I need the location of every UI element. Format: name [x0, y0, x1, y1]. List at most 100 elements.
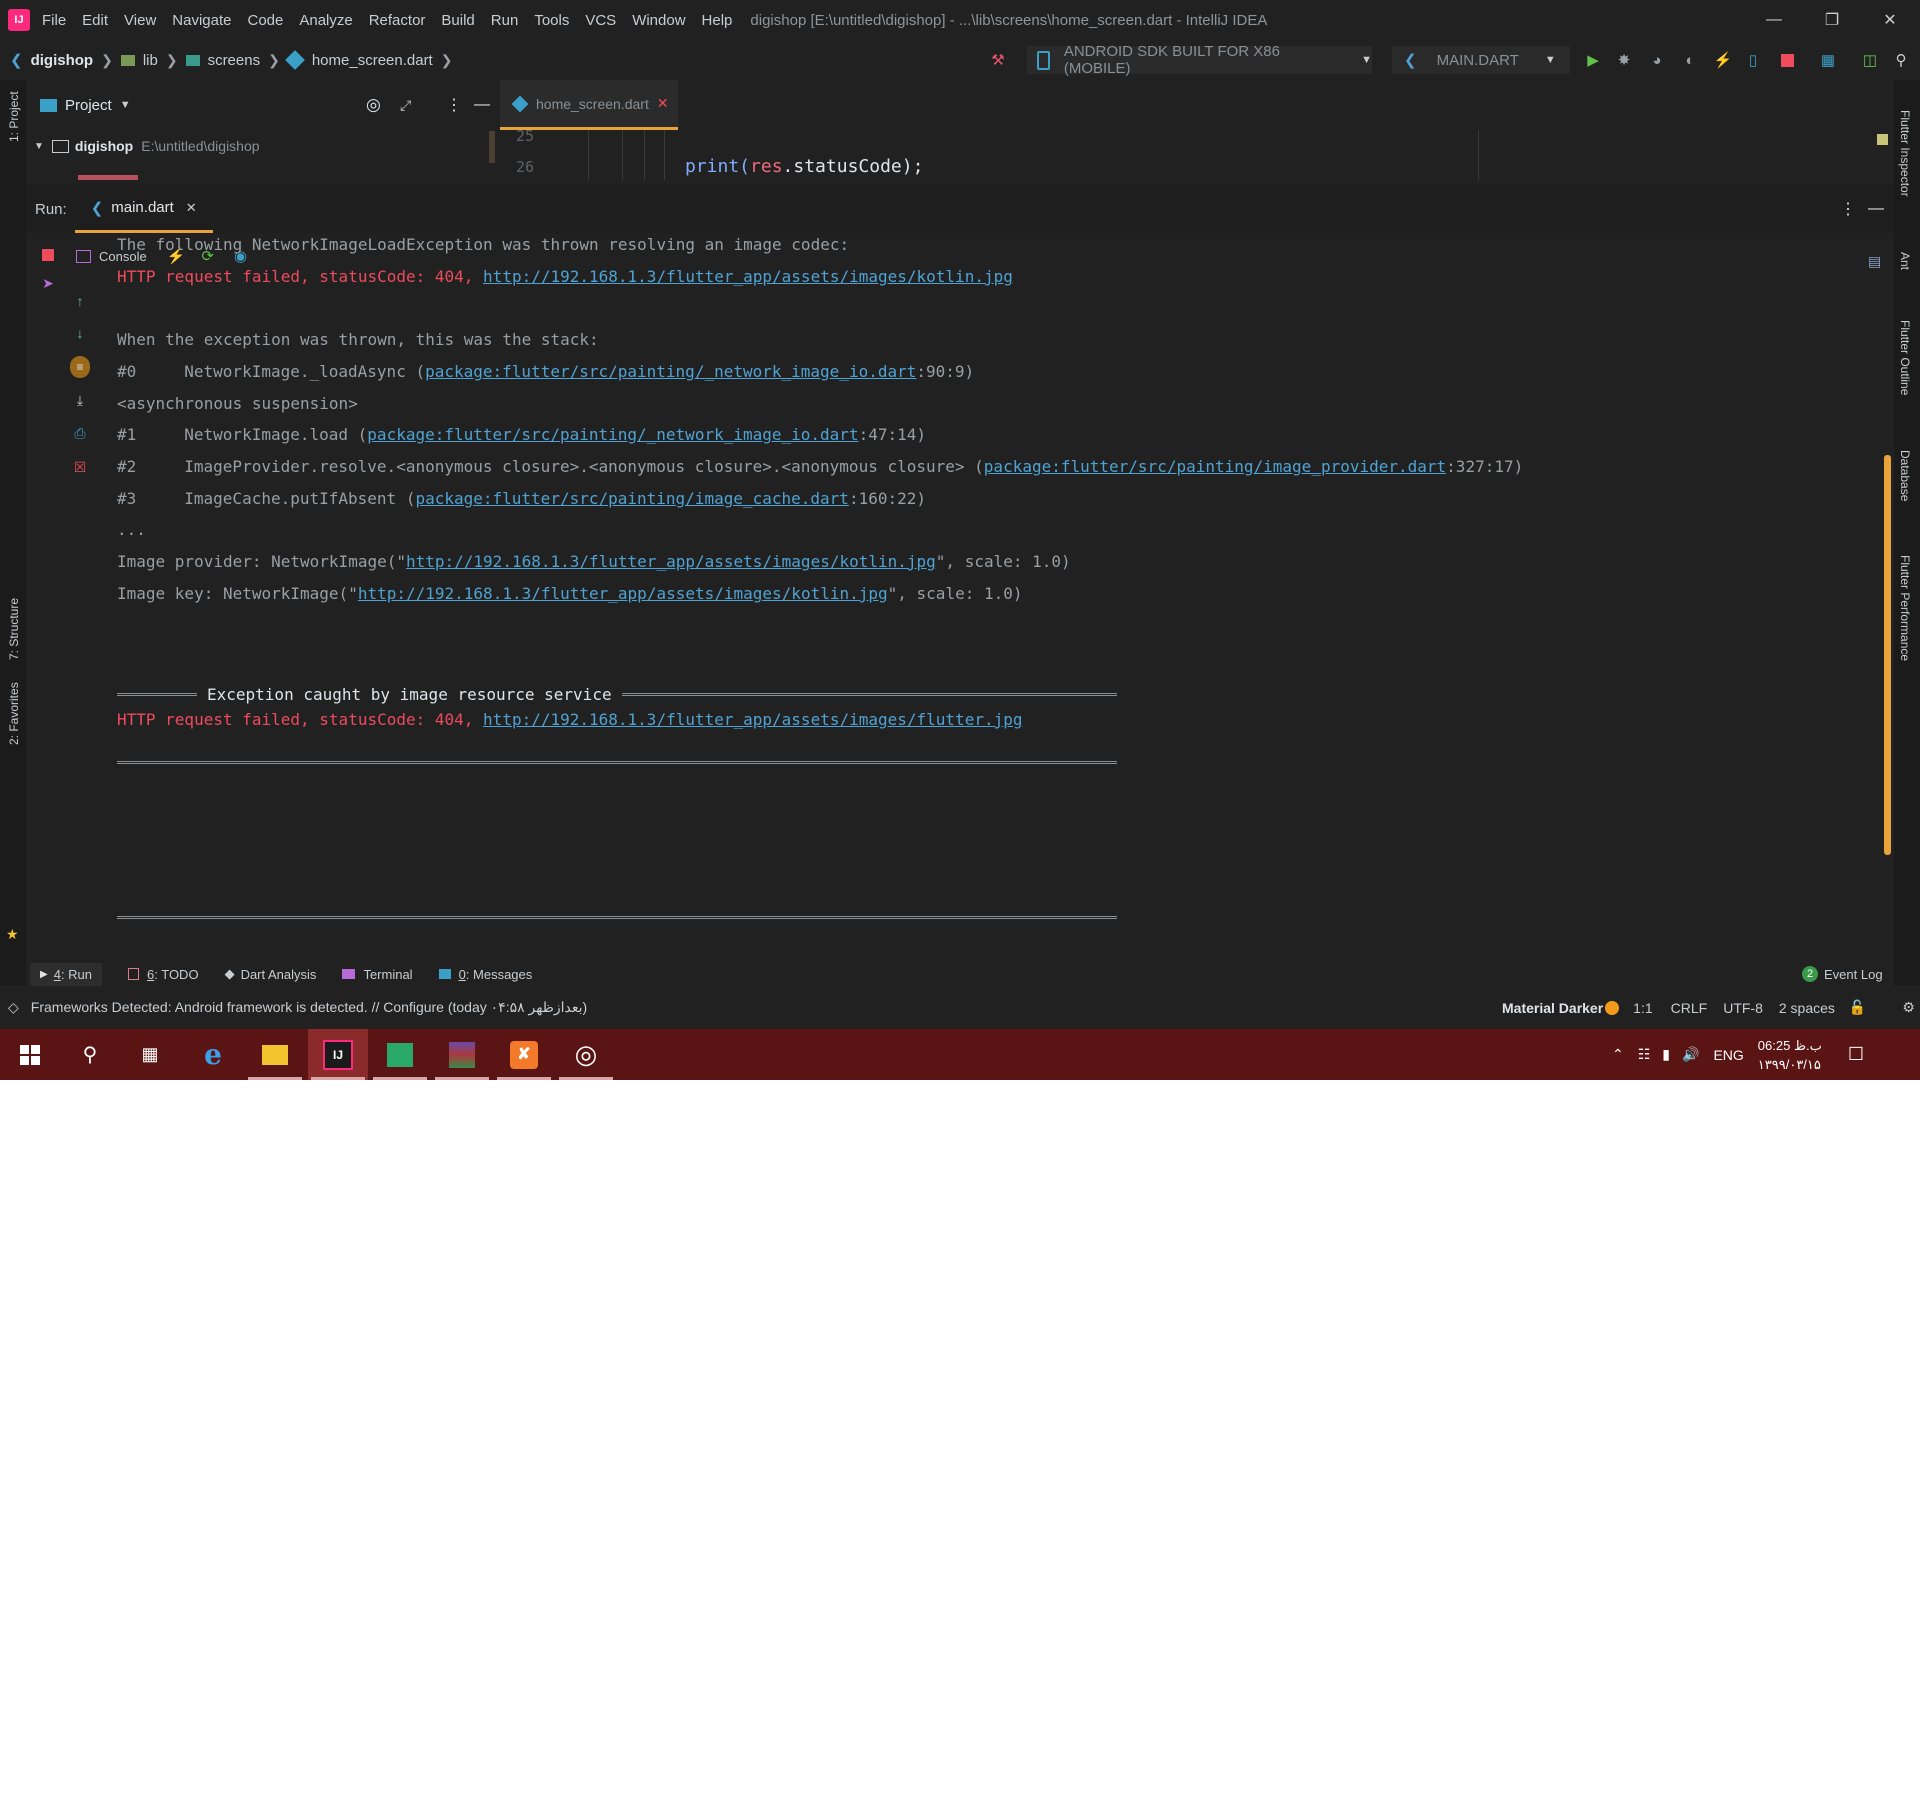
status-message[interactable]: Frameworks Detected: Android framework i… — [31, 999, 587, 1016]
file-encoding[interactable]: UTF-8 — [1723, 1000, 1763, 1016]
event-log-button[interactable]: 2 Event Log — [1802, 966, 1883, 982]
tool-tab-messages[interactable]: 0: Messages — [438, 967, 532, 982]
breadcrumb-screens[interactable]: screens — [208, 52, 261, 69]
close-tab-icon[interactable]: ✕ — [657, 95, 669, 112]
tool-window-structure[interactable]: 7: Structure — [7, 598, 21, 660]
menu-help[interactable]: Help — [702, 12, 733, 29]
more-options-icon[interactable]: ⋮ — [1840, 199, 1856, 219]
editor-tab-home-screen[interactable]: home_screen.dart ✕ — [500, 80, 678, 130]
media-player-icon[interactable]: ◎ — [556, 1029, 616, 1080]
volume-icon[interactable]: 🔊 — [1682, 1046, 1699, 1063]
pin-tab-icon[interactable]: ➤ — [38, 273, 58, 293]
locate-icon[interactable]: ◎ — [366, 95, 381, 115]
input-language[interactable]: ENG — [1713, 1047, 1743, 1063]
menu-vcs[interactable]: VCS — [585, 12, 616, 29]
menu-analyze[interactable]: Analyze — [299, 12, 352, 29]
profile-icon[interactable]: ◐ — [1680, 50, 1700, 70]
menu-code[interactable]: Code — [247, 12, 283, 29]
xampp-icon[interactable]: ✘ — [494, 1029, 554, 1080]
search-icon[interactable]: ⚲ — [60, 1029, 120, 1080]
menu-window[interactable]: Window — [632, 12, 685, 29]
tool-tab-todo[interactable]: 6: TODO — [128, 967, 199, 982]
chevron-down-icon[interactable]: ▼ — [120, 99, 131, 111]
run-tab-main[interactable]: ❮ main.dart ✕ — [74, 185, 213, 233]
source-link[interactable]: package:flutter/src/painting/_network_im… — [425, 362, 916, 381]
panel-divider[interactable] — [489, 131, 495, 163]
caret-position[interactable]: 1:1 — [1633, 1000, 1652, 1016]
tool-window-ant[interactable]: Ant — [1898, 252, 1912, 270]
arrow-down-icon[interactable]: ↓ — [70, 323, 90, 343]
line-separator[interactable]: CRLF — [1671, 1000, 1708, 1016]
tool-tab-dart-analysis[interactable]: ◆ Dart Analysis — [225, 966, 317, 982]
url-link[interactable]: http://192.168.1.3/flutter_app/assets/im… — [483, 267, 1013, 286]
tool-window-flutter-outline[interactable]: Flutter Outline — [1898, 320, 1912, 395]
minimize-button[interactable]: — — [1745, 0, 1803, 40]
scroll-to-end-icon[interactable]: ⤓ — [70, 390, 90, 410]
menu-edit[interactable]: Edit — [82, 12, 108, 29]
task-view-icon[interactable]: ▦ — [120, 1029, 180, 1080]
arrow-up-icon[interactable]: ↑ — [70, 291, 90, 311]
hide-panel-icon[interactable]: — — [1868, 200, 1884, 218]
tool-window-favorites[interactable]: 2: Favorites — [7, 682, 21, 745]
intellij-taskbar-icon[interactable]: IJ — [308, 1029, 368, 1080]
file-explorer-icon[interactable] — [245, 1029, 305, 1080]
menu-build[interactable]: Build — [441, 12, 474, 29]
source-link[interactable]: package:flutter/src/painting/_network_im… — [367, 425, 858, 444]
clear-all-icon[interactable]: ☒ — [70, 457, 90, 477]
lock-icon[interactable]: 🔓 — [1849, 999, 1866, 1016]
windows-start-icon[interactable] — [0, 1029, 60, 1080]
layout-icon[interactable]: ▤ — [1868, 253, 1881, 270]
tool-window-database[interactable]: Database — [1898, 450, 1912, 501]
device-selector[interactable]: ANDROID SDK BUILT FOR X86 (MOBILE) ▼ — [1027, 43, 1372, 77]
winrar-icon[interactable] — [432, 1029, 492, 1080]
menu-run[interactable]: Run — [491, 12, 519, 29]
android-studio-icon[interactable] — [370, 1029, 430, 1080]
status-toggle-icon[interactable]: ◇ — [8, 999, 19, 1016]
more-options-icon[interactable]: ⋮ — [446, 95, 462, 115]
collapse-all-icon[interactable]: ⤢ — [400, 97, 411, 114]
show-hidden-icons[interactable]: ⌃ — [1612, 1046, 1624, 1063]
project-view-selector[interactable]: Project — [65, 97, 112, 114]
source-link[interactable]: package:flutter/src/painting/image_cache… — [415, 489, 848, 508]
clock[interactable]: 06:25 ب.ظ ۱۳۹۹/۰۳/۱۵ — [1758, 1036, 1822, 1074]
chevron-down-icon[interactable]: ▼ — [34, 141, 44, 152]
tool-window-flutter-inspector[interactable]: Flutter Inspector — [1898, 110, 1912, 197]
print-icon[interactable]: ⎙ — [70, 423, 90, 443]
project-structure-icon[interactable]: ▦ — [1818, 50, 1838, 70]
hide-panel-icon[interactable]: — — [474, 96, 490, 114]
hot-reload-icon[interactable]: ⚡ — [1713, 50, 1733, 70]
terminal-icon[interactable]: ◫ — [1860, 50, 1880, 70]
url-link[interactable]: http://192.168.1.3/flutter_app/assets/im… — [358, 584, 888, 603]
indent-setting[interactable]: 2 spaces — [1779, 1000, 1835, 1016]
restore-button[interactable]: ❐ — [1803, 0, 1861, 40]
run-icon[interactable]: ▶ — [1583, 50, 1603, 70]
url-link[interactable]: http://192.168.1.3/flutter_app/assets/im… — [406, 552, 936, 571]
tool-window-project[interactable]: 1: Project — [7, 91, 21, 142]
breadcrumb-lib[interactable]: lib — [143, 52, 158, 69]
code-editor[interactable]: 25 26 print(res.statusCode); — [500, 130, 1890, 180]
theme-indicator[interactable]: Material Darker — [1502, 1000, 1603, 1016]
menu-tools[interactable]: Tools — [534, 12, 569, 29]
stop-icon[interactable] — [1777, 50, 1797, 70]
breadcrumb-home-screen[interactable]: home_screen.dart — [312, 52, 433, 69]
tree-item-root[interactable]: ▼ digishop E:\untitled\digishop — [34, 138, 260, 154]
menu-view[interactable]: View — [124, 12, 156, 29]
wifi-icon[interactable]: ☷ — [1638, 1046, 1651, 1063]
coverage-icon[interactable]: ◕ — [1647, 50, 1667, 70]
tool-window-flutter-performance[interactable]: Flutter Performance — [1898, 555, 1912, 661]
close-window-button[interactable]: ✕ — [1861, 0, 1919, 40]
menu-navigate[interactable]: Navigate — [172, 12, 231, 29]
internet-explorer-icon[interactable]: e — [183, 1029, 243, 1080]
source-link[interactable]: package:flutter/src/painting/image_provi… — [984, 457, 1446, 476]
debug-icon[interactable]: ✸ — [1614, 50, 1634, 70]
breadcrumb-digishop[interactable]: digishop — [31, 52, 94, 69]
menu-refactor[interactable]: Refactor — [369, 12, 426, 29]
notification-icon[interactable]: ☐ — [1848, 1044, 1864, 1065]
menu-file[interactable]: File — [42, 12, 66, 29]
url-link[interactable]: http://192.168.1.3/flutter_app/assets/im… — [483, 710, 1022, 729]
tool-tab-terminal[interactable]: Terminal — [342, 967, 413, 982]
tool-tab-run[interactable]: ▶ 4: Run — [30, 962, 103, 986]
stop-icon[interactable] — [38, 245, 58, 265]
run-config-selector[interactable]: ❮ MAIN.DART ▼ — [1392, 46, 1570, 74]
memory-icon[interactable]: ⚙ — [1902, 999, 1915, 1016]
